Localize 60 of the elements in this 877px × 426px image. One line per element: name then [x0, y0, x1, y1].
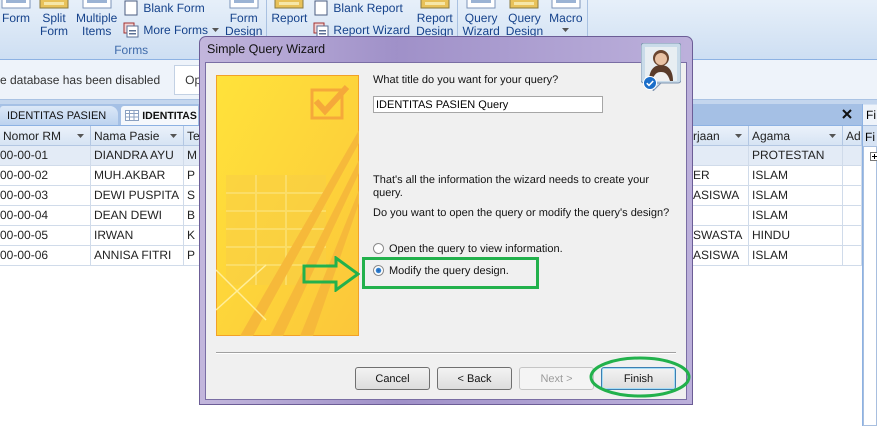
- document-tab[interactable]: IDENTITAS: [121, 106, 198, 125]
- column-header[interactable]: Nomor RM: [0, 126, 91, 146]
- document-icon: [313, 0, 330, 16]
- table-cell: M: [184, 146, 199, 166]
- title-field[interactable]: IDENTITAS PASIEN Query: [373, 96, 603, 113]
- ribbon-button[interactable]: Query Wizard: [462, 0, 500, 38]
- table-cell: PROTESTAN: [749, 146, 843, 166]
- dialog-button[interactable]: Finish: [601, 367, 676, 390]
- table-cell: 00-00-03: [0, 186, 91, 206]
- table-cell: ISLAM: [749, 166, 843, 186]
- table-cell: MUH.AKBAR: [91, 166, 184, 186]
- ribbon-button[interactable]: Multiple Items: [76, 0, 118, 38]
- ribbon-button[interactable]: Form Design: [225, 0, 262, 38]
- table-cell: 00-00-04: [0, 206, 91, 226]
- table-cell: ISLAM: [749, 246, 843, 266]
- table-cell: ISLAM: [749, 206, 843, 226]
- radio-button[interactable]: [373, 265, 384, 276]
- ribbon-button[interactable]: Report Design: [416, 0, 454, 38]
- column-header[interactable]: Agama: [749, 126, 843, 146]
- security-message: e database has been disabled: [0, 72, 160, 86]
- table-cell: DEWI PUSPITA: [91, 186, 184, 206]
- document-icon: [123, 0, 140, 16]
- group-label: Forms: [114, 42, 148, 58]
- document-tab[interactable]: IDENTITAS PASIEN: [0, 106, 118, 125]
- ribbon-button[interactable]: Query Design: [506, 0, 544, 38]
- table-cell: ANNISA FITRI: [91, 246, 184, 266]
- panel-label: Fi: [864, 129, 876, 146]
- question-text: What title do you want for your query?: [373, 74, 558, 87]
- question-text: Do you want to open the query or modify the query's design?: [373, 207, 670, 220]
- info-text: That's all the information the wizard needs to create your query.: [373, 174, 650, 200]
- radio-option[interactable]: Modify the query design.: [373, 263, 563, 278]
- ribbon-button[interactable]: Blank Report: [313, 0, 410, 16]
- table-cell: 00-00-01: [0, 146, 91, 166]
- table-cell: IRWAN: [91, 226, 184, 246]
- document-icon: [123, 22, 140, 38]
- ribbon-button[interactable]: Macro: [549, 0, 582, 32]
- dialog-button[interactable]: < Back: [437, 367, 512, 390]
- column-header[interactable]: Nama Pasie: [91, 126, 184, 146]
- table-cell: DIANDRA AYU: [91, 146, 184, 166]
- radio-button[interactable]: [373, 243, 384, 254]
- table-cell: ISLAM: [749, 186, 843, 206]
- table-cell: 00-00-02: [0, 166, 91, 186]
- table-cell: HINDU: [749, 226, 843, 246]
- dialog-title: Simple Query Wizard: [206, 41, 326, 58]
- table-icon: [125, 110, 140, 121]
- table-cell: 00-00-06: [0, 246, 91, 266]
- ribbon-button[interactable]: Report: [271, 0, 308, 25]
- panel-title: Fi: [863, 105, 877, 126]
- ribbon-button[interactable]: Form: [0, 0, 32, 25]
- ribbon-button[interactable]: Split Form: [38, 0, 70, 38]
- column-header[interactable]: Ad: [843, 126, 862, 146]
- close-icon[interactable]: [842, 109, 852, 119]
- dialog-button[interactable]: Cancel: [355, 367, 430, 390]
- table-cell: DEAN DEWI: [91, 206, 184, 226]
- annotation-arrow: [302, 256, 360, 292]
- ribbon-button[interactable]: Blank Form: [123, 0, 220, 16]
- column-header[interactable]: Te: [184, 126, 199, 146]
- radio-option[interactable]: Open the query to view information.: [373, 241, 563, 256]
- column-header[interactable]: rjaan: [693, 126, 749, 146]
- table-cell: 00-00-05: [0, 226, 91, 246]
